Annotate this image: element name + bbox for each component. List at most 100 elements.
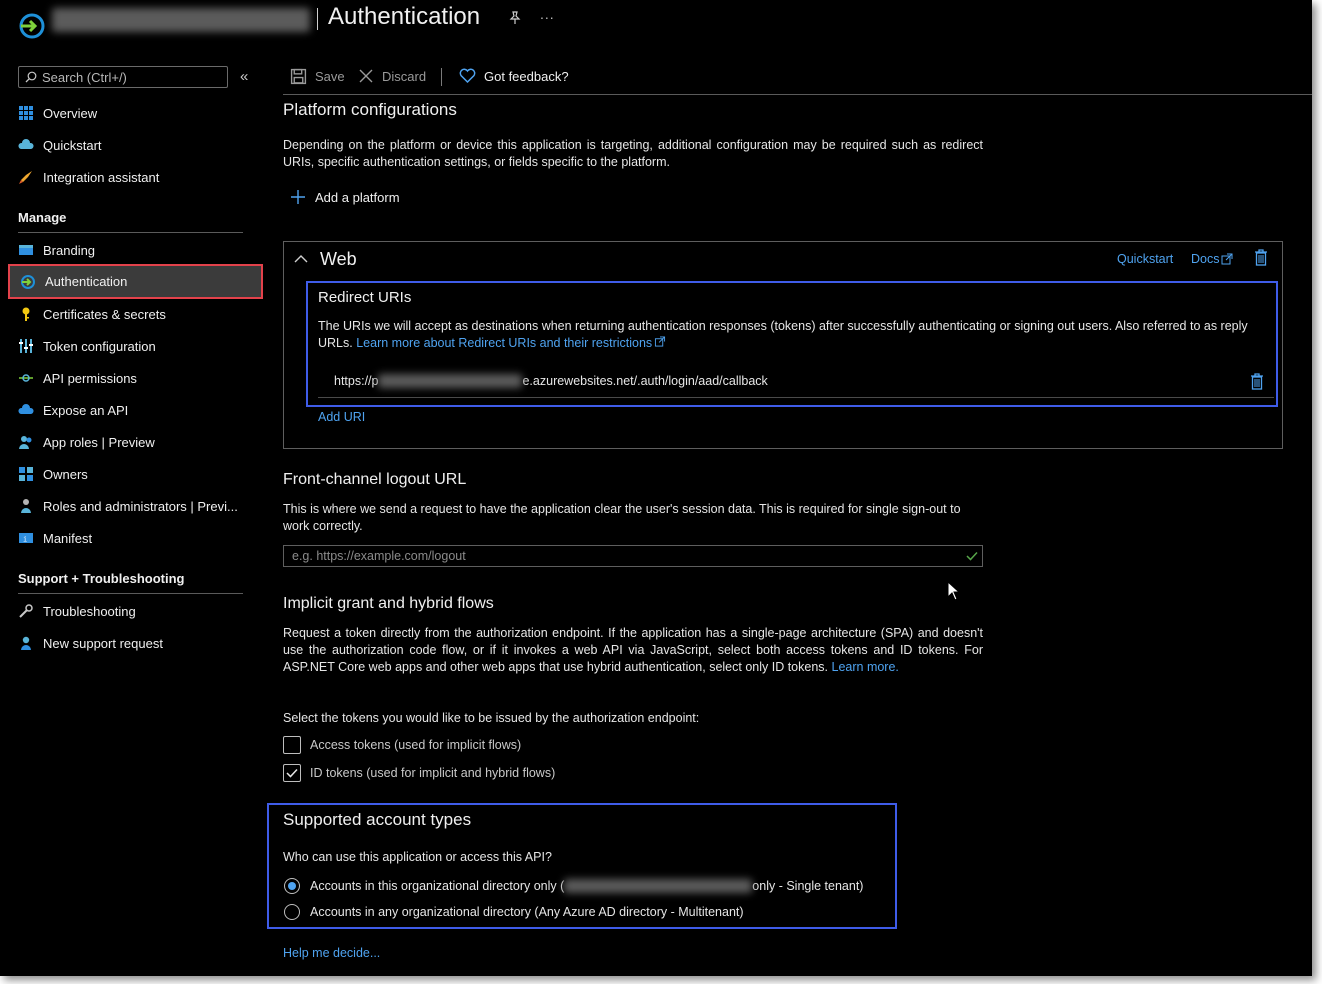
add-platform-button[interactable]: Add a platform	[290, 189, 400, 205]
multi-tenant-option[interactable]: Accounts in any organizational directory…	[284, 904, 744, 920]
delete-uri-icon[interactable]	[1250, 373, 1264, 390]
docs-label: Docs	[1191, 252, 1220, 266]
feedback-label: Got feedback?	[484, 68, 569, 84]
pin-icon[interactable]	[508, 11, 522, 25]
sidebar-item-label: Certificates & secrets	[43, 306, 166, 322]
sidebar-item-label: Troubleshooting	[43, 603, 136, 619]
page-title: Authentication	[328, 3, 481, 30]
overview-grid-icon	[19, 106, 33, 120]
help-me-decide-link[interactable]: Help me decide...	[283, 946, 380, 960]
delete-platform-icon[interactable]	[1254, 249, 1268, 266]
sidebar-item-label: Roles and administrators | Previ...	[43, 498, 238, 514]
add-uri-link[interactable]: Add URI	[318, 410, 365, 424]
sidebar-item-token-configuration[interactable]: Token configuration	[8, 330, 263, 362]
logout-url-input[interactable]	[292, 549, 952, 563]
implicit-description: Request a token directly from the author…	[283, 625, 983, 676]
sidebar-item-branding[interactable]: Branding	[8, 234, 263, 266]
implicit-learn-more-link[interactable]: Learn more.	[832, 660, 899, 674]
docs-link[interactable]: Docs	[1191, 252, 1233, 266]
token-select-prompt: Select the tokens you would like to be i…	[283, 711, 700, 725]
check-icon	[966, 551, 978, 561]
sidebar-item-label: Integration assistant	[43, 169, 160, 185]
add-platform-label: Add a platform	[315, 189, 400, 205]
redirect-uri-value[interactable]: https://p e.azurewebsites.net/.auth/logi…	[334, 374, 768, 388]
sidebar-item-owners[interactable]: Owners	[8, 458, 263, 490]
branding-icon	[19, 245, 33, 255]
accounts-heading: Supported account types	[283, 810, 472, 829]
sidebar-item-label: Owners	[43, 466, 88, 482]
sidebar-item-label: Token configuration	[43, 338, 156, 354]
app-name-redacted	[52, 8, 310, 32]
toolbar-separator	[441, 68, 442, 86]
sidebar-item-expose-api[interactable]: Expose an API	[8, 394, 263, 426]
mouse-cursor-icon	[947, 581, 961, 601]
admin-icon	[21, 499, 31, 513]
app-window: Authentication ... « Overview Quickstart…	[0, 0, 1312, 976]
sidebar-item-troubleshooting[interactable]: Troubleshooting	[8, 595, 263, 627]
web-title: Web	[320, 249, 357, 269]
platform-heading: Platform configurations	[283, 100, 457, 119]
heart-icon	[459, 68, 476, 84]
multi-tenant-label: Accounts in any organizational directory…	[310, 905, 744, 919]
redirect-description: The URIs we will accept as destinations …	[318, 318, 1268, 352]
access-tokens-label: Access tokens (used for implicit flows)	[310, 738, 522, 752]
uri-redacted	[378, 374, 523, 388]
logout-heading: Front-channel logout URL	[283, 471, 467, 488]
access-tokens-option[interactable]: Access tokens (used for implicit flows)	[283, 736, 521, 754]
sidebar-item-overview[interactable]: Overview	[8, 97, 263, 129]
external-link-icon	[655, 336, 666, 347]
access-tokens-checkbox[interactable]	[283, 736, 301, 754]
sidebar-item-authentication[interactable]: Authentication	[8, 264, 263, 299]
token-config-icon	[19, 339, 33, 353]
sidebar-search[interactable]	[18, 66, 228, 88]
uri-suffix: e.azurewebsites.net/.auth/login/aad/call…	[522, 374, 768, 388]
sidebar-item-quickstart[interactable]: Quickstart	[8, 129, 263, 161]
save-label: Save	[315, 69, 345, 84]
app-registration-icon	[19, 13, 45, 39]
quickstart-link[interactable]: Quickstart	[1117, 252, 1173, 266]
sidebar-item-manifest[interactable]: i Manifest	[8, 522, 263, 554]
wrench-icon	[19, 604, 33, 618]
single-tenant-option[interactable]: Accounts in this organizational director…	[284, 878, 863, 894]
uri-underline	[318, 397, 1274, 398]
logout-description: This is where we send a request to have …	[283, 502, 961, 533]
sidebar-item-integration-assistant[interactable]: Integration assistant	[8, 161, 263, 193]
checkmark-icon	[286, 768, 298, 778]
search-input[interactable]	[42, 69, 222, 85]
feedback-button[interactable]: Got feedback?	[459, 68, 569, 84]
key-icon	[22, 307, 30, 321]
cloud-icon	[18, 139, 34, 149]
sidebar-item-app-roles[interactable]: App roles | Preview	[8, 426, 263, 458]
multi-tenant-radio[interactable]	[284, 904, 300, 920]
divider	[18, 232, 243, 233]
collapse-sidebar-icon[interactable]: «	[240, 68, 248, 85]
id-tokens-checkbox[interactable]	[283, 764, 301, 782]
manifest-icon: i	[19, 533, 33, 544]
single-tenant-label-prefix: Accounts in this organizational director…	[310, 879, 565, 893]
users-icon	[19, 436, 32, 449]
logout-url-field[interactable]	[283, 545, 983, 567]
title-separator	[317, 8, 318, 30]
sidebar-item-certificates[interactable]: Certificates & secrets	[8, 298, 263, 330]
chevron-up-icon[interactable]	[294, 253, 308, 265]
sidebar-item-label: Quickstart	[43, 137, 102, 153]
discard-button[interactable]: Discard	[358, 68, 426, 84]
close-icon	[359, 69, 373, 83]
redirect-heading: Redirect URIs	[318, 289, 412, 306]
sidebar-item-api-permissions[interactable]: API permissions	[8, 362, 263, 394]
sidebar-item-label: Manifest	[43, 530, 93, 546]
more-options-icon[interactable]: ...	[540, 6, 555, 22]
single-tenant-radio[interactable]	[284, 878, 300, 894]
sidebar-heading-manage: Manage	[18, 210, 67, 225]
api-permissions-icon	[19, 374, 33, 382]
sidebar-item-new-support-request[interactable]: New support request	[8, 627, 263, 659]
sidebar-item-roles-admins[interactable]: Roles and administrators | Previ...	[8, 490, 263, 522]
redirect-learn-more-link[interactable]: Learn more about Redirect URIs and their…	[356, 336, 652, 350]
accounts-question: Who can use this application or access t…	[283, 850, 552, 864]
save-button[interactable]: Save	[290, 68, 345, 85]
id-tokens-option[interactable]: ID tokens (used for implicit and hybrid …	[283, 764, 555, 782]
sidebar-item-label: API permissions	[43, 370, 137, 386]
owners-grid-icon	[19, 467, 33, 481]
single-tenant-label-suffix: only - Single tenant)	[752, 879, 864, 893]
id-tokens-label: ID tokens (used for implicit and hybrid …	[310, 766, 556, 780]
